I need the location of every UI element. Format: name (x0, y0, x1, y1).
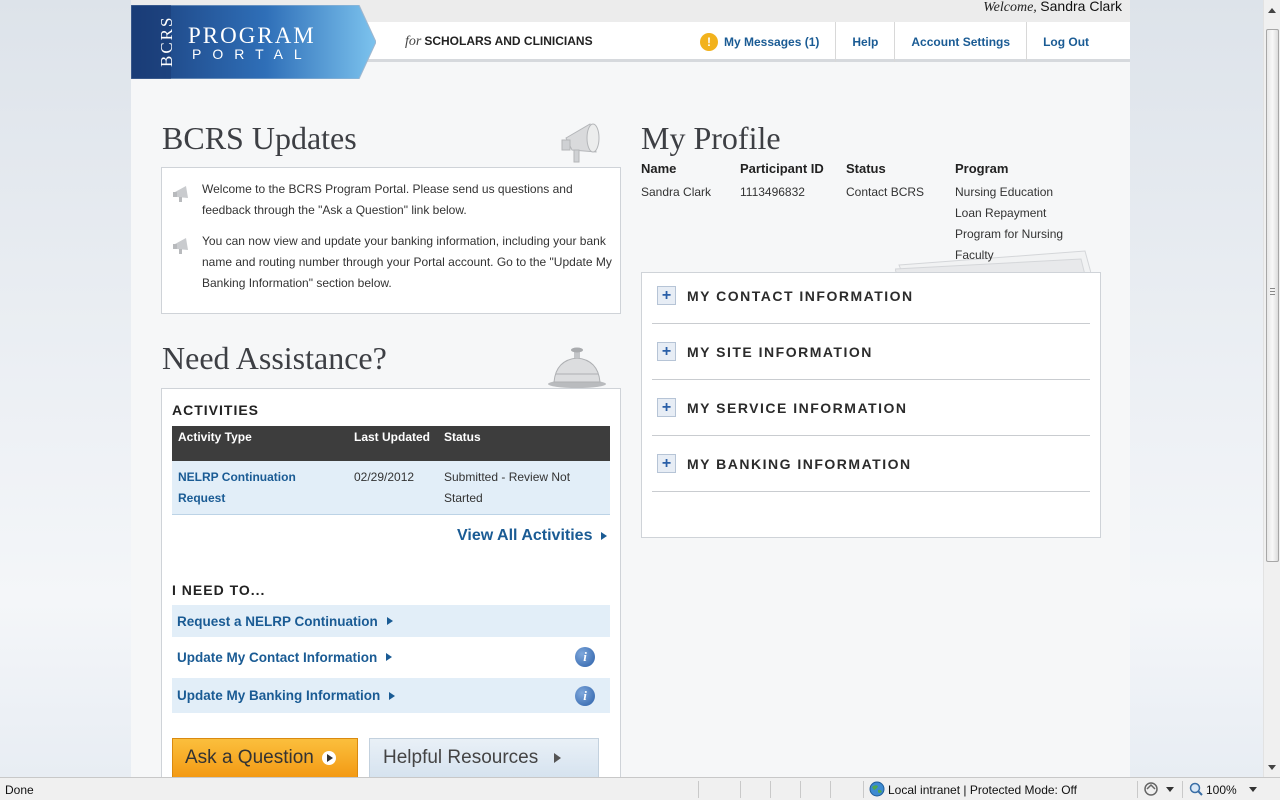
alert-icon: ! (700, 33, 718, 51)
need-to-label: Update My Contact Information (177, 649, 378, 665)
security-zone-text: Local intranet | Protected Mode: Off (888, 783, 1077, 797)
plus-icon[interactable]: + (657, 286, 676, 305)
profile-title: My Profile (641, 120, 781, 156)
play-circle-icon (321, 751, 336, 765)
info-icon[interactable]: i (575, 685, 595, 706)
my-messages-label: My Messages (1) (724, 35, 820, 49)
browser-status-bar: Done Local intranet | Protected Mode: Of… (0, 777, 1280, 800)
scrollbar-thumb[interactable] (1266, 29, 1279, 562)
column-header: Last Updated (348, 426, 438, 461)
resources-button-label: Helpful Resources (383, 747, 539, 768)
my-messages-link[interactable]: ! My Messages (1) (690, 22, 835, 62)
logo-abbr: BCRS (157, 16, 176, 67)
section-label: MY CONTACT INFORMATION (687, 287, 914, 304)
view-all-activities-link[interactable]: View All Activities (457, 527, 608, 545)
profile-header-name: Name (641, 161, 677, 176)
logo-portal: PORTAL (192, 46, 313, 62)
tagline-for: for (405, 34, 422, 49)
zoom-icon[interactable] (1189, 782, 1203, 796)
update-item: Welcome to the BCRS Program Portal. Plea… (202, 182, 573, 217)
updates-title: BCRS Updates (162, 120, 357, 156)
chevron-down-icon[interactable] (1166, 787, 1174, 792)
vertical-scrollbar[interactable] (1263, 0, 1280, 777)
section-label: MY SITE INFORMATION (687, 343, 873, 360)
profile-status-value: Contact BCRS (846, 185, 925, 199)
update-banking-info-link[interactable]: Update My Banking Information i (172, 678, 610, 713)
program-line: Program for Nursing (955, 227, 1064, 241)
account-settings-link[interactable]: Account Settings (894, 22, 1026, 62)
column-header: Status (438, 426, 610, 461)
play-icon (554, 753, 562, 763)
info-icon[interactable]: i (575, 647, 595, 667)
profile-participant-id-value: 1113496832 (740, 185, 805, 199)
section-label: MY BANKING INFORMATION (687, 455, 912, 472)
arrow-right-icon (386, 617, 393, 625)
column-header: Activity Type (172, 426, 348, 461)
profile-header-status: Status (846, 161, 886, 176)
arrow-right-icon (386, 653, 393, 661)
ask-a-question-button[interactable]: Ask a Question (172, 738, 358, 778)
activity-status: Submitted - Review Not Started (438, 461, 610, 515)
service-bell-icon (548, 347, 606, 388)
table-header-row: Activity Type Last Updated Status (172, 426, 610, 461)
scroll-up-icon[interactable] (1268, 8, 1276, 13)
activities-label: ACTIVITIES (172, 402, 260, 418)
status-text: Done (5, 783, 34, 797)
site-information-section[interactable]: + MY SITE INFORMATION (652, 324, 1090, 380)
need-to-label: Update My Banking Information (177, 688, 381, 703)
plus-icon[interactable]: + (657, 398, 676, 417)
profile-header-participant-id: Participant ID (740, 161, 824, 176)
activity-last-updated: 02/29/2012 (348, 461, 438, 515)
arrow-right-icon (601, 532, 608, 540)
table-row: NELRP Continuation Request 02/29/2012 Su… (172, 461, 610, 515)
profile-name-value: Sandra Clark (641, 185, 712, 199)
program-line: Nursing Education (955, 185, 1054, 199)
log-out-link[interactable]: Log Out (1026, 22, 1105, 62)
chevron-down-icon[interactable] (1249, 787, 1257, 792)
logo-program: PROGRAM (188, 23, 316, 48)
assistance-title: Need Assistance? (162, 340, 387, 376)
tagline: for SCHOLARS AND CLINICIANS (405, 34, 593, 50)
service-information-section[interactable]: + MY SERVICE INFORMATION (652, 380, 1090, 436)
megaphone-icon (561, 123, 600, 163)
megaphone-icon (173, 238, 188, 254)
zoom-level[interactable]: 100% (1206, 783, 1237, 797)
update-item: You can now view and update your banking… (202, 234, 612, 290)
welcome-user-name: Sandra Clark (1040, 0, 1122, 14)
section-label: MY SERVICE INFORMATION (687, 399, 908, 416)
program-line: Loan Repayment (955, 206, 1047, 220)
profile-program-value: Nursing Education Loan Repayment Program… (955, 182, 1063, 266)
activities-table: Activity Type Last Updated Status NELRP … (172, 426, 610, 515)
profile-header-program: Program (955, 161, 1009, 176)
welcome-prefix: Welcome, (983, 0, 1037, 15)
helpful-resources-button[interactable]: Helpful Resources (369, 738, 599, 778)
updates-panel: Welcome to the BCRS Program Portal. Plea… (161, 167, 621, 314)
plus-icon[interactable]: + (657, 342, 676, 361)
ask-button-label: Ask a Question (185, 747, 314, 768)
activity-type-link[interactable]: NELRP Continuation Request (172, 461, 348, 515)
globe-icon (869, 781, 885, 797)
program-portal-logo[interactable]: BCRS PROGRAM PORTAL (131, 5, 376, 79)
view-all-label: View All Activities (457, 527, 593, 544)
welcome-message: Welcome, Sandra Clark (983, 0, 1122, 16)
scroll-down-icon[interactable] (1268, 765, 1276, 770)
update-contact-info-link[interactable]: Update My Contact Information i (172, 640, 610, 674)
protected-mode-icon[interactable] (1143, 782, 1159, 796)
request-continuation-link[interactable]: Request a NELRP Continuation (172, 605, 610, 637)
banking-information-section[interactable]: + MY BANKING INFORMATION (652, 436, 1090, 492)
help-link[interactable]: Help (835, 22, 894, 62)
arrow-right-icon (389, 691, 396, 700)
contact-information-section[interactable]: + MY CONTACT INFORMATION (652, 268, 1090, 324)
program-line: Faculty (955, 248, 994, 262)
tagline-text: SCHOLARS AND CLINICIANS (424, 34, 593, 48)
need-to-label: Request a NELRP Continuation (177, 613, 378, 629)
top-nav: ! My Messages (1) Help Account Settings … (690, 22, 1105, 62)
plus-icon[interactable]: + (657, 454, 676, 473)
megaphone-icon (173, 186, 188, 202)
i-need-to-label: I NEED TO... (172, 582, 266, 598)
